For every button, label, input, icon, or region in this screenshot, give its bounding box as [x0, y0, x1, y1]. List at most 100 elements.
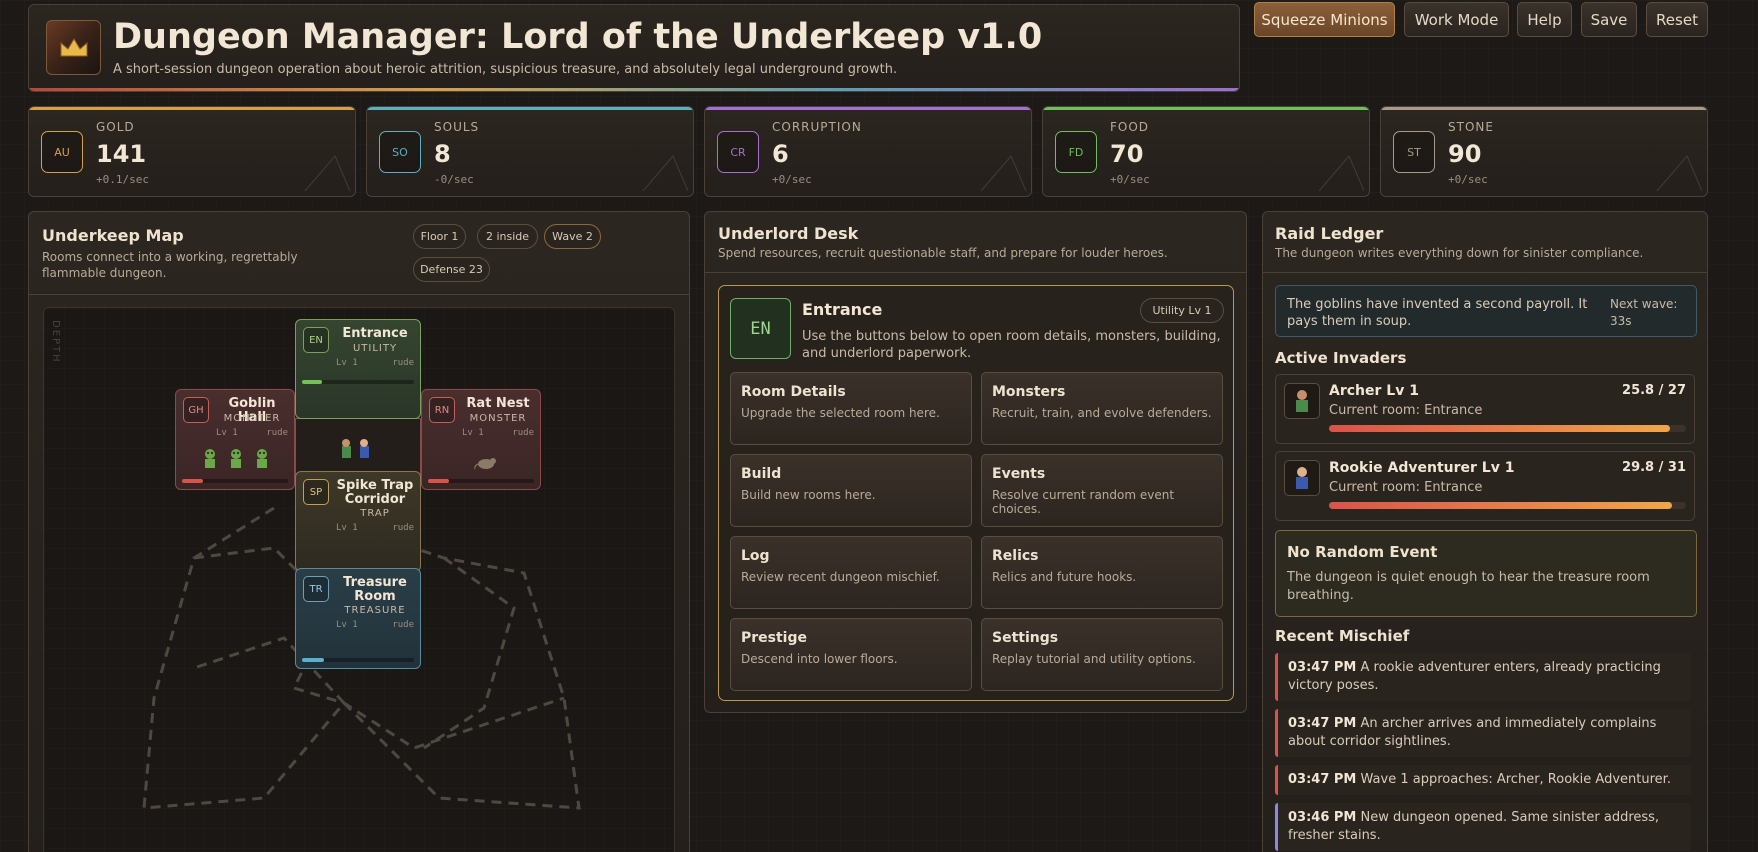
- invader-hp-bar: [1329, 425, 1686, 432]
- inside-count-chip: 2 inside: [477, 224, 538, 249]
- desk-divider: [705, 272, 1246, 273]
- resource-rate: +0.1/sec: [96, 173, 149, 186]
- crown-logo-icon: [46, 20, 101, 75]
- room-progress-bar: [182, 479, 288, 483]
- button-description: Replay tutorial and utility options.: [992, 652, 1196, 666]
- room-level-chip: Utility Lv 1: [1140, 298, 1224, 323]
- treasure-room-badge: TR: [303, 576, 329, 602]
- ledger-divider: [1263, 272, 1707, 273]
- room-level: Lv 1: [336, 523, 358, 533]
- room-progress-bar: [302, 380, 414, 384]
- relics-button[interactable]: Relics Relics and future hooks.: [981, 536, 1223, 609]
- spike-trap-badge: SP: [303, 479, 329, 505]
- log-entry: 03:46 PM New dungeon opened. Same sinist…: [1275, 803, 1691, 851]
- selected-room-name: Entrance: [802, 300, 883, 319]
- button-title: Settings: [992, 630, 1059, 646]
- work-mode-button[interactable]: Work Mode: [1404, 2, 1509, 37]
- build-button[interactable]: Build Build new rooms here.: [730, 454, 972, 527]
- map-subtitle: Rooms connect into a working, regrettabl…: [42, 250, 298, 280]
- resource-deco-icon: [304, 155, 351, 192]
- resource-deco-icon: [1656, 155, 1703, 192]
- room-level: Lv 1: [336, 620, 358, 630]
- next-wave-timer: Next wave: 33s: [1610, 297, 1678, 328]
- invader-hp: 29.8 / 31: [1622, 460, 1686, 475]
- food-icon: FD: [1055, 131, 1097, 173]
- underlord-desk-panel: Underlord Desk Spend resources, recruit …: [704, 211, 1247, 713]
- room-mood: rude: [512, 428, 534, 438]
- invader-room: Current room: Entrance: [1329, 403, 1483, 418]
- resource-accent-bar: [29, 107, 355, 110]
- invader-card-archer[interactable]: Archer Lv 1 25.8 / 27 Current room: Entr…: [1275, 374, 1695, 444]
- wave-chip: Wave 2: [544, 224, 601, 249]
- room-entrance[interactable]: EN Entrance UTILITY Lv 1 rude: [295, 319, 421, 419]
- button-title: Prestige: [741, 630, 808, 646]
- button-title: Events: [992, 466, 1046, 482]
- resource-accent-bar: [705, 107, 1031, 110]
- recent-mischief-heading: Recent Mischief: [1275, 627, 1410, 645]
- help-button[interactable]: Help: [1517, 2, 1572, 37]
- floor-chip: Floor 1: [413, 224, 466, 249]
- resource-rate: +0/sec: [1110, 173, 1150, 186]
- room-spike-trap-corridor[interactable]: SP Spike Trap Corridor TRAP Lv 1 rude: [295, 471, 421, 572]
- souls-icon: SO: [379, 131, 421, 173]
- reset-button[interactable]: Reset: [1646, 2, 1708, 37]
- invader-hp: 25.8 / 27: [1622, 383, 1686, 398]
- resource-label: SOULS: [434, 120, 480, 134]
- raid-ledger-panel: Raid Ledger The dungeon writes everythin…: [1262, 211, 1708, 852]
- resource-rate: -0/sec: [434, 173, 474, 186]
- app-subtitle: A short-session dungeon operation about …: [113, 62, 898, 77]
- room-type: UTILITY: [352, 343, 398, 354]
- room-type: TREASURE: [344, 605, 406, 616]
- invader-card-rookie[interactable]: Rookie Adventurer Lv 1 29.8 / 31 Current…: [1275, 451, 1695, 521]
- events-button[interactable]: Events Resolve current random event choi…: [981, 454, 1223, 527]
- prestige-button[interactable]: Prestige Descend into lower floors.: [730, 618, 972, 691]
- room-name: Spike Trap Corridor: [336, 478, 414, 507]
- resource-deco-icon: [980, 155, 1027, 192]
- resource-value: 6: [772, 140, 789, 168]
- notice-banner: The goblins have invented a second payro…: [1275, 285, 1697, 337]
- button-description: Upgrade the selected room here.: [741, 406, 940, 420]
- resource-accent-bar: [1043, 107, 1369, 110]
- invader-name: Rookie Adventurer Lv 1: [1329, 460, 1515, 476]
- resource-rate: +0/sec: [772, 173, 812, 186]
- resource-deco-icon: [1318, 155, 1365, 192]
- log-entry: 03:47 PM A rookie adventurer enters, alr…: [1275, 653, 1691, 701]
- resource-accent-bar: [1381, 107, 1707, 110]
- log-time: 03:47 PM: [1288, 716, 1357, 731]
- save-button[interactable]: Save: [1581, 2, 1637, 37]
- room-progress-bar: [428, 479, 534, 483]
- button-title: Room Details: [741, 384, 846, 400]
- entrance-badge: EN: [303, 327, 329, 353]
- resource-card-corruption: CR CORRUPTION 6 +0/sec: [704, 106, 1032, 197]
- header-banner: Dungeon Manager: Lord of the Underkeep v…: [28, 4, 1240, 92]
- room-rat-nest[interactable]: RN Rat Nest MONSTER Lv 1 rude: [421, 389, 541, 490]
- settings-button[interactable]: Settings Replay tutorial and utility opt…: [981, 618, 1223, 691]
- room-details-button[interactable]: Room Details Upgrade the selected room h…: [730, 372, 972, 445]
- button-title: Build: [741, 466, 782, 482]
- log-button[interactable]: Log Review recent dungeon mischief.: [730, 536, 972, 609]
- button-title: Log: [741, 548, 770, 564]
- resource-card-souls: SO SOULS 8 -0/sec: [366, 106, 694, 197]
- button-title: Monsters: [992, 384, 1066, 400]
- button-description: Descend into lower floors.: [741, 652, 898, 666]
- button-title: Relics: [992, 548, 1039, 564]
- room-goblin-hall[interactable]: GH Goblin Hall MONSTER Lv 1 rude: [175, 389, 295, 490]
- room-type: MONSTER: [223, 413, 281, 424]
- room-name: Treasure Room: [343, 575, 407, 604]
- button-description: Review recent dungeon mischief.: [741, 570, 940, 584]
- random-event-card: No Random Event The dungeon is quiet eno…: [1275, 530, 1697, 617]
- monsters-button[interactable]: Monsters Recruit, train, and evolve defe…: [981, 372, 1223, 445]
- corruption-icon: CR: [717, 131, 759, 173]
- squeeze-minions-button[interactable]: Squeeze Minions: [1254, 2, 1395, 37]
- room-name: Rat Nest: [466, 396, 530, 411]
- selected-room-description: Use the buttons below to open room detai…: [802, 329, 1221, 361]
- rookie-avatar-icon: [1284, 460, 1320, 496]
- room-treasure-room[interactable]: TR Treasure Room TREASURE Lv 1 rude: [295, 568, 421, 669]
- desk-subtitle: Spend resources, recruit questionable st…: [718, 246, 1168, 260]
- resource-deco-icon: [642, 155, 689, 192]
- resource-label: STONE: [1448, 120, 1494, 134]
- event-description: The dungeon is quiet enough to hear the …: [1287, 570, 1650, 603]
- dungeon-map-canvas[interactable]: DEPTH GH Goblin Hall MONSTER Lv 1 rude R…: [43, 307, 675, 852]
- room-mood: rude: [392, 620, 414, 630]
- log-entry: 03:47 PM An archer arrives and immediate…: [1275, 709, 1691, 757]
